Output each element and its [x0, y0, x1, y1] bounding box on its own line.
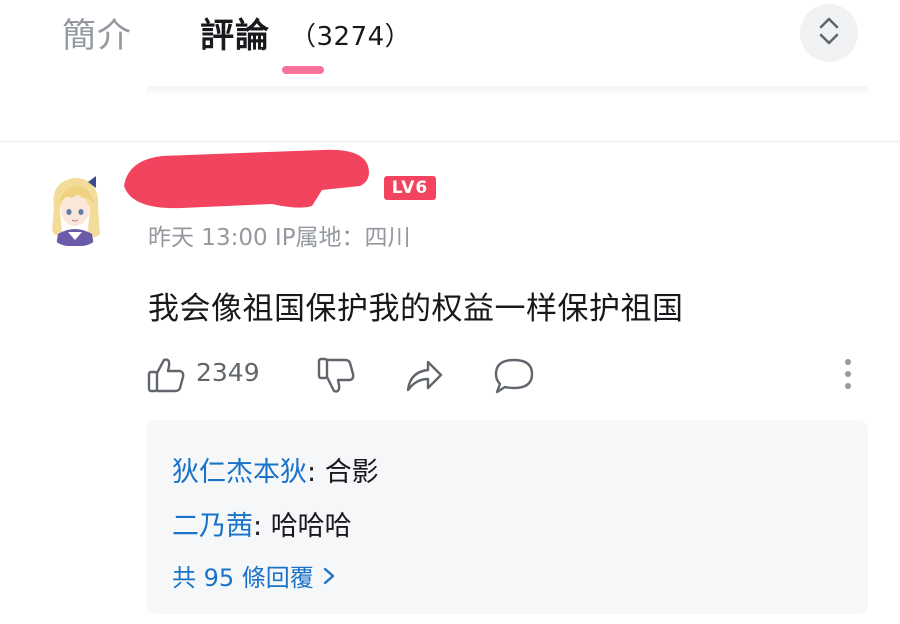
tab-bar: 簡介 評論 （3274） — [0, 0, 900, 96]
reply-text: 合影 — [324, 457, 379, 488]
username-redaction — [122, 146, 374, 216]
reply-item[interactable]: 二乃茜: 哈哈哈 — [172, 504, 352, 543]
collapse-button[interactable] — [800, 4, 858, 62]
reply-item[interactable]: 狄仁杰本狄: 合影 — [172, 450, 379, 489]
reply-separator: : — [307, 457, 325, 488]
divider — [0, 141, 900, 142]
reply-text: 哈哈哈 — [270, 511, 352, 542]
reply-author[interactable]: 二乃茜 — [172, 511, 253, 542]
view-all-replies-label: 共 95 條回覆 — [172, 564, 314, 592]
reply-author[interactable]: 狄仁杰本狄 — [172, 457, 307, 488]
comment-page: 簡介 評論 （3274） LV6 昨天 13:00 IP属地：四川 我会像祖国保… — [0, 0, 900, 624]
active-tab-indicator — [282, 66, 324, 74]
tab-intro[interactable]: 簡介 — [62, 8, 132, 57]
share-arrow-icon[interactable] — [404, 358, 444, 398]
comments-count: （3274） — [290, 22, 412, 52]
chevron-up-down-icon — [816, 14, 842, 52]
like-count: 2349 — [196, 358, 260, 387]
vertical-dots-icon[interactable] — [840, 354, 856, 398]
view-all-replies-link[interactable]: 共 95 條回覆 — [172, 558, 336, 593]
comment-meta: 昨天 13:00 IP属地：四川 — [148, 225, 411, 251]
avatar[interactable] — [44, 168, 106, 246]
thumbs-down-icon[interactable] — [316, 356, 356, 400]
tabbar-shadow — [146, 86, 868, 96]
comment-actions: 2349 — [0, 350, 900, 400]
chevron-right-icon — [322, 564, 336, 592]
tab-comments[interactable]: 評論 — [200, 8, 270, 57]
comment-text: 我会像祖国保护我的权益一样保护祖国 — [148, 291, 684, 327]
level-badge: LV6 — [384, 176, 436, 200]
speech-bubble-icon[interactable] — [492, 356, 536, 400]
thumbs-up-icon[interactable] — [146, 356, 186, 398]
reply-separator: : — [253, 511, 271, 542]
replies-preview: 狄仁杰本狄: 合影 二乃茜: 哈哈哈 共 95 條回覆 — [146, 420, 868, 614]
